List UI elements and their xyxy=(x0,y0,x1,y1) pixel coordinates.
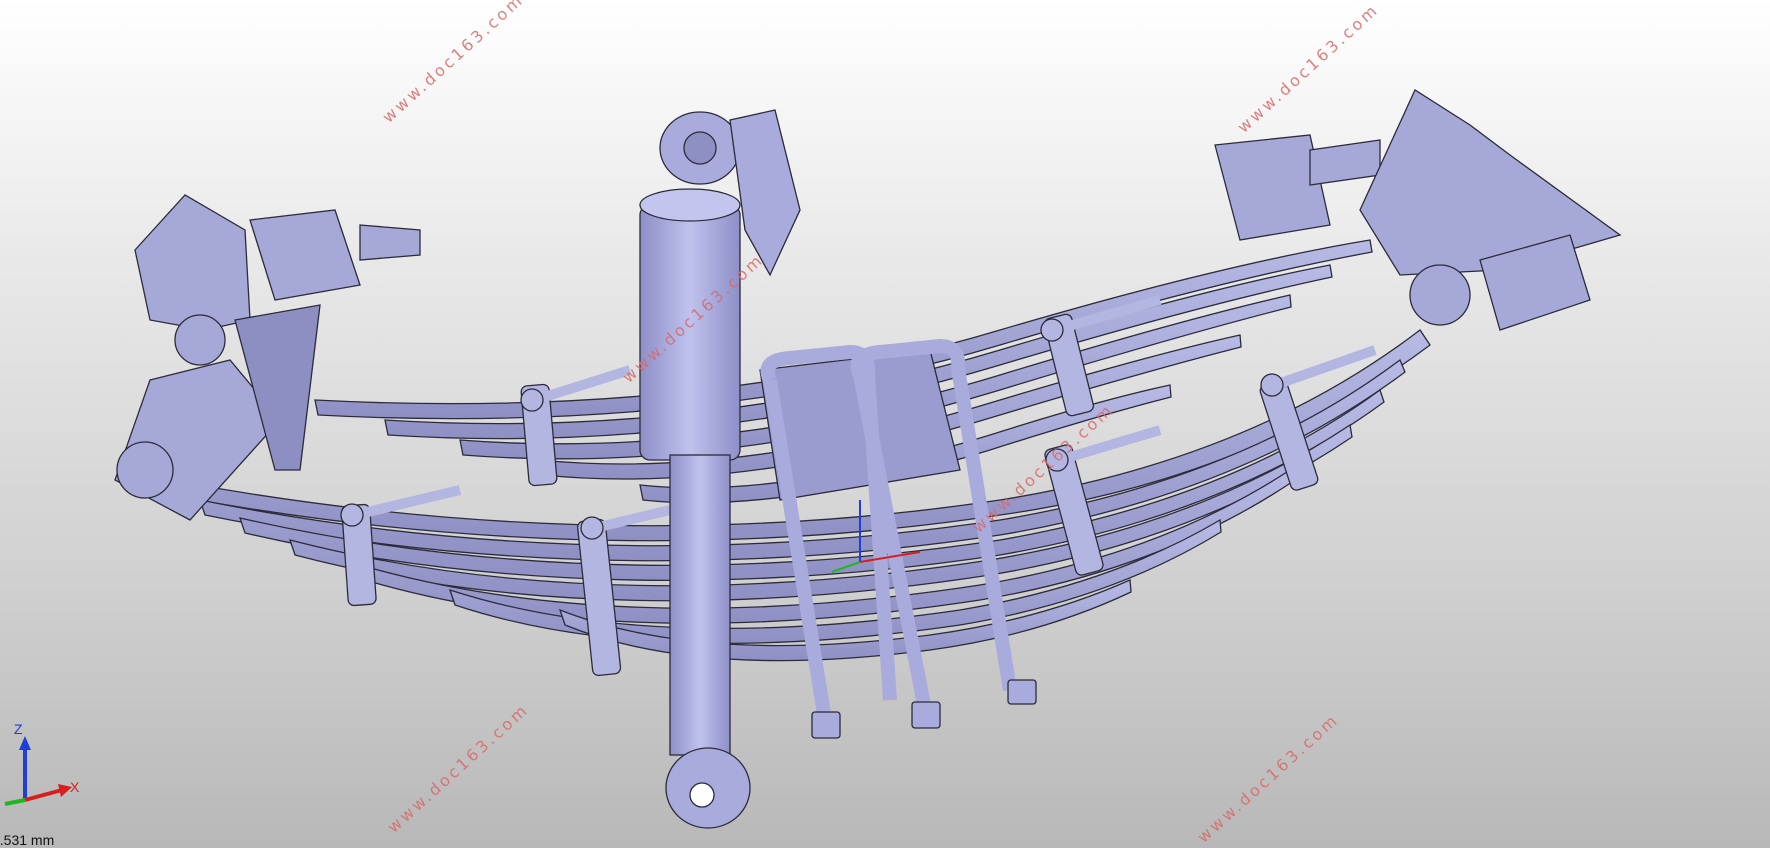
coordinate-triad: Z X xyxy=(4,721,80,806)
y-axis-arrow xyxy=(4,798,26,806)
cad-3d-viewport[interactable]: www.doc163.com www.doc163.com www.doc163… xyxy=(0,0,1770,848)
left-hanger-bracket xyxy=(114,194,421,521)
x-axis-arrow xyxy=(24,788,63,802)
right-hanger-bracket xyxy=(1214,89,1622,331)
scale-readout: 9.531 mm xyxy=(0,832,55,848)
x-axis-label: X xyxy=(70,779,80,795)
z-axis-label: Z xyxy=(14,721,23,737)
leaf-spring-model[interactable] xyxy=(0,0,1770,848)
